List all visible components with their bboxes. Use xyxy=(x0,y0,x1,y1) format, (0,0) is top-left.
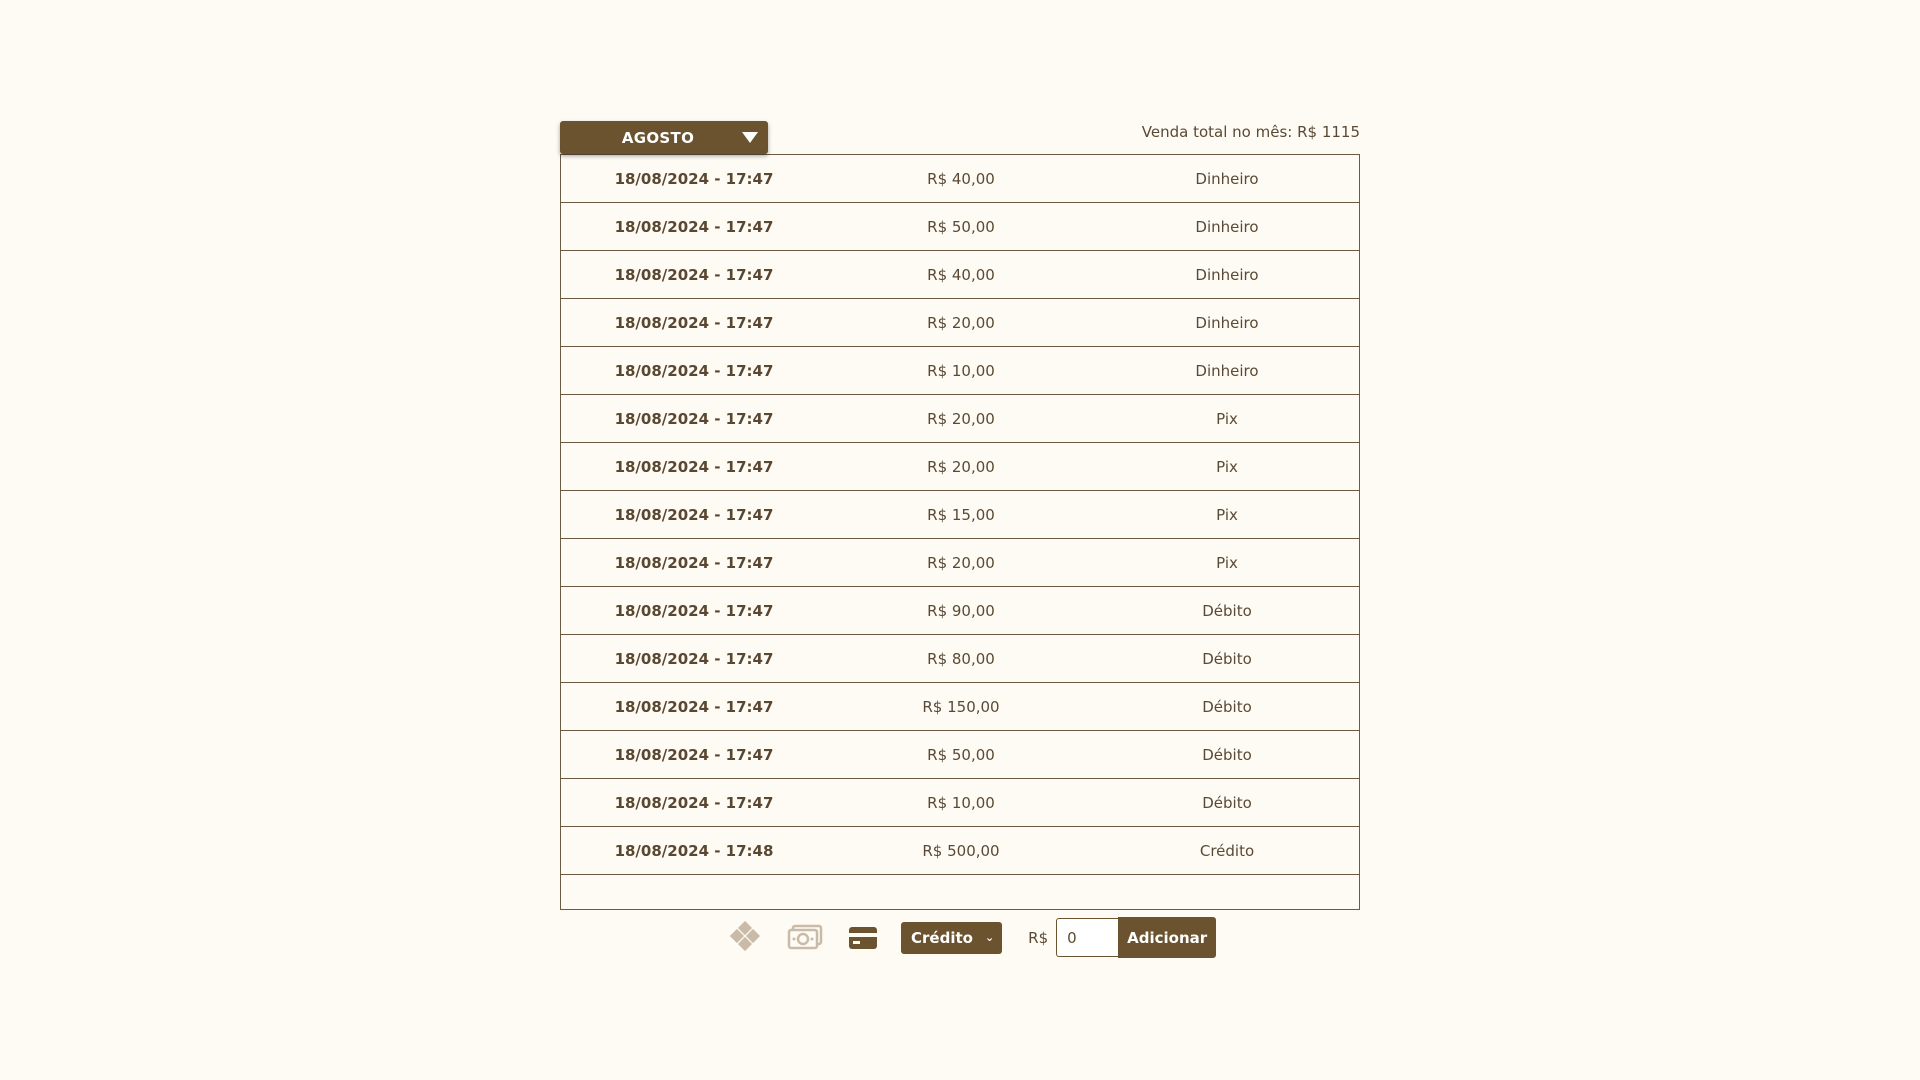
sale-date: 18/08/2024 - 17:47 xyxy=(614,361,774,380)
sale-value: R$ 150,00 xyxy=(922,697,1000,716)
pix-icon[interactable] xyxy=(727,920,767,956)
sale-date: 18/08/2024 - 17:47 xyxy=(614,745,774,764)
sale-value: R$ 20,00 xyxy=(927,457,995,476)
table-row: 18/08/2024 - 17:47 R$ 20,00 Pix xyxy=(561,443,1359,491)
table-row: 18/08/2024 - 17:47 R$ 90,00 Débito xyxy=(561,587,1359,635)
table-row: 18/08/2024 - 17:47 R$ 50,00 Dinheiro xyxy=(561,203,1359,251)
sales-app: AGOSTO Venda total no mês: R$ 1115 18/08… xyxy=(560,121,1360,910)
table-row: 18/08/2024 - 17:47 R$ 20,00 Pix xyxy=(561,395,1359,443)
payment-method-selected: Crédito xyxy=(911,928,973,947)
sale-date: 18/08/2024 - 17:47 xyxy=(614,409,774,428)
sale-value: R$ 50,00 xyxy=(927,217,995,236)
table-row: 18/08/2024 - 17:47 R$ 10,00 Dinheiro xyxy=(561,347,1359,395)
sale-date: 18/08/2024 - 17:47 xyxy=(614,313,774,332)
caret-down-icon xyxy=(742,132,758,143)
sales-table[interactable]: 18/08/2024 - 17:47 R$ 40,00 Dinheiro 18/08/… xyxy=(560,154,1360,910)
sale-date: 18/08/2024 - 17:47 xyxy=(614,217,774,236)
sale-method: Crédito xyxy=(1199,841,1255,860)
monthly-total: Venda total no mês: R$ 1115 xyxy=(1141,123,1360,141)
sale-date: 18/08/2024 - 17:47 xyxy=(614,697,774,716)
sale-method: Dinheiro xyxy=(1195,361,1259,380)
month-dropdown-label: AGOSTO xyxy=(621,128,695,147)
sale-method: Pix xyxy=(1216,409,1238,428)
sale-value: R$ 20,00 xyxy=(927,313,995,332)
sale-value: R$ 40,00 xyxy=(927,169,995,188)
table-row: 18/08/2024 - 17:47 R$ 20,00 Pix xyxy=(561,539,1359,587)
add-button[interactable]: Adicionar xyxy=(1118,917,1217,958)
payment-method-select[interactable]: Crédito ⌄ xyxy=(901,921,1003,954)
card-icon[interactable] xyxy=(843,920,883,956)
sale-method: Débito xyxy=(1202,697,1252,716)
sale-date: 18/08/2024 - 17:47 xyxy=(614,553,774,572)
sale-date: 18/08/2024 - 17:47 xyxy=(614,793,774,812)
table-row: 18/08/2024 - 17:47 R$ 150,00 Débito xyxy=(561,683,1359,731)
sale-method: Débito xyxy=(1202,793,1252,812)
sale-date: 18/08/2024 - 17:47 xyxy=(614,457,774,476)
sale-value: R$ 90,00 xyxy=(927,601,995,620)
sale-date: 18/08/2024 - 17:48 xyxy=(614,841,774,860)
sale-value: R$ 10,00 xyxy=(927,793,995,812)
table-row: 18/08/2024 - 17:47 R$ 10,00 Débito xyxy=(561,779,1359,827)
cash-icon[interactable] xyxy=(785,920,825,956)
table-row: 18/08/2024 - 17:47 R$ 15,00 Pix xyxy=(561,491,1359,539)
sale-value: R$ 15,00 xyxy=(927,505,995,524)
sale-method: Dinheiro xyxy=(1195,169,1259,188)
table-row: 18/08/2024 - 17:47 R$ 20,00 Dinheiro xyxy=(561,299,1359,347)
table-row: 18/08/2024 - 17:47 R$ 80,00 Débito xyxy=(561,635,1359,683)
sale-method: Pix xyxy=(1216,505,1238,524)
sale-value: R$ 10,00 xyxy=(927,361,995,380)
sale-method: Dinheiro xyxy=(1195,313,1259,332)
sale-date: 18/08/2024 - 17:47 xyxy=(614,649,774,668)
month-dropdown[interactable]: AGOSTO xyxy=(560,121,768,154)
sale-method: Débito xyxy=(1202,745,1252,764)
sale-value: R$ 80,00 xyxy=(927,649,995,668)
sale-method: Dinheiro xyxy=(1195,265,1259,284)
top-bar: AGOSTO Venda total no mês: R$ 1115 xyxy=(560,121,1360,156)
table-row: 18/08/2024 - 17:47 R$ 50,00 Débito xyxy=(561,731,1359,779)
sale-date: 18/08/2024 - 17:47 xyxy=(614,601,774,620)
table-row: 18/08/2024 - 17:47 R$ 40,00 Dinheiro xyxy=(561,251,1359,299)
sale-date: 18/08/2024 - 17:47 xyxy=(614,169,774,188)
sale-date: 18/08/2024 - 17:47 xyxy=(614,265,774,284)
sale-method: Pix xyxy=(1216,553,1238,572)
sale-value: R$ 20,00 xyxy=(927,553,995,572)
add-sale-controls: Crédito ⌄ R$ Adicionar xyxy=(727,917,1217,958)
table-row: 18/08/2024 - 17:47 R$ 40,00 Dinheiro xyxy=(561,155,1359,203)
sale-value: R$ 20,00 xyxy=(927,409,995,428)
currency-label: R$ xyxy=(1028,928,1049,947)
sale-method: Dinheiro xyxy=(1195,217,1259,236)
sale-date: 18/08/2024 - 17:47 xyxy=(614,505,774,524)
sale-method: Débito xyxy=(1202,601,1252,620)
sale-method: Pix xyxy=(1216,457,1238,476)
sale-method: Débito xyxy=(1202,649,1252,668)
sale-value: R$ 40,00 xyxy=(927,265,995,284)
amount-input[interactable] xyxy=(1056,918,1119,957)
sale-value: R$ 50,00 xyxy=(927,745,995,764)
chevron-down-icon: ⌄ xyxy=(984,931,995,944)
table-row: 18/08/2024 - 17:48 R$ 500,00 Crédito xyxy=(561,827,1359,875)
sale-value: R$ 500,00 xyxy=(922,841,1000,860)
